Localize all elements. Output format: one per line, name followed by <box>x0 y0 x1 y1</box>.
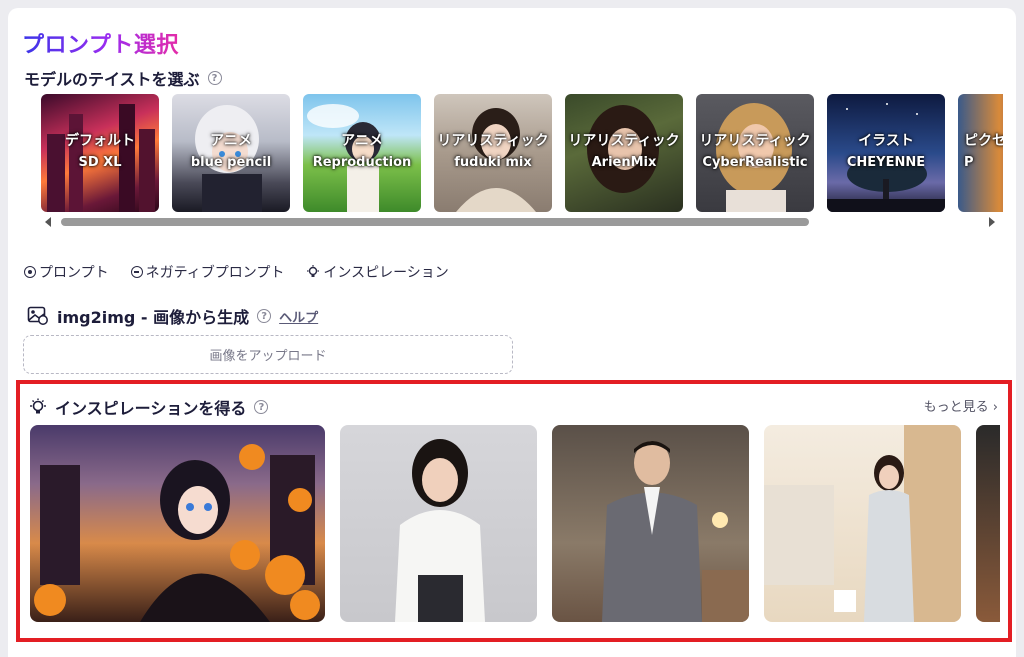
inspiration-image-woman-store[interactable] <box>764 425 961 622</box>
inspiration-carousel <box>30 425 1000 622</box>
scroll-thumb[interactable] <box>61 218 809 226</box>
model-name: fuduki mix <box>454 155 532 170</box>
question-circle-icon[interactable]: ? <box>207 71 222 85</box>
radio-dot-icon <box>24 266 36 278</box>
model-scrollbar[interactable] <box>41 214 1003 230</box>
minus-circle-icon <box>130 266 143 278</box>
model-category: アニメ <box>341 133 383 149</box>
woman-blouse-image <box>395 439 485 622</box>
inspiration-image-man-suit[interactable] <box>552 425 749 622</box>
model-name: P <box>964 155 974 170</box>
man-suit-image <box>602 441 749 622</box>
help-link[interactable]: ヘルプ <box>279 307 318 326</box>
img2img-heading: img2img - 画像から生成 ? ヘルプ <box>27 304 318 328</box>
scroll-left-icon[interactable] <box>45 217 51 227</box>
scroll-right-icon[interactable] <box>989 217 995 227</box>
see-more-label: もっと見る <box>923 400 989 415</box>
page-title: プロンプト選択 <box>22 27 179 59</box>
halloween-image <box>34 444 320 622</box>
see-more-link[interactable]: もっと見る › <box>924 396 998 415</box>
prompt-tabs: プロンプト ネガティブプロンプト インスピレーション <box>24 262 449 282</box>
model-name: blue pencil <box>190 155 272 170</box>
model-category: リアリスティック <box>568 133 680 149</box>
inspiration-heading-text: インスピレーションを得る <box>55 399 247 418</box>
model-name: CHEYENNE <box>846 155 926 170</box>
model-card-pixel[interactable]: ピクセ P <box>958 94 1003 212</box>
lightbulb-icon <box>30 398 46 414</box>
model-section-heading: モデルのテイストを選ぶ ? <box>24 66 222 90</box>
model-name: ArienMix <box>591 155 657 170</box>
model-category: リアリスティック <box>437 133 549 149</box>
model-heading-text: モデルのテイストを選ぶ <box>24 70 200 89</box>
upload-image-button[interactable]: 画像をアップロード <box>23 335 513 374</box>
upload-label: 画像をアップロード <box>209 349 327 364</box>
clothing-store-image <box>764 425 961 622</box>
model-card-blue-pencil[interactable]: アニメ blue pencil <box>172 94 290 212</box>
image-generate-icon <box>27 306 48 325</box>
inspiration-heading: インスピレーションを得る ? <box>29 395 269 419</box>
model-card-cyberrealistic[interactable]: リアリスティック CyberRealistic <box>696 94 814 212</box>
model-category: アニメ <box>210 133 252 149</box>
inspiration-image-woman-blouse[interactable] <box>340 425 537 622</box>
tab-negative-prompt[interactable]: ネガティブプロンプト <box>130 262 285 282</box>
model-card-fuduki-mix[interactable]: リアリスティック fuduki mix <box>434 94 552 212</box>
chevron-right-icon: › <box>992 400 998 415</box>
inspiration-image-halloween[interactable] <box>30 425 325 622</box>
tab-prompt[interactable]: プロンプト <box>24 262 109 282</box>
model-category: イラスト <box>858 133 914 149</box>
model-card-arienmix[interactable]: リアリスティック ArienMix <box>565 94 683 212</box>
tab-inspiration[interactable]: インスピレーション <box>306 262 449 282</box>
model-card-reproduction[interactable]: アニメ Reproduction <box>303 94 421 212</box>
tab-label: ネガティブプロンプト <box>145 265 285 281</box>
inspiration-image-partial[interactable] <box>976 425 1000 622</box>
img2img-heading-text: img2img - 画像から生成 <box>57 308 250 327</box>
question-circle-icon[interactable]: ? <box>257 309 272 323</box>
lightbulb-icon <box>307 265 320 277</box>
question-circle-icon[interactable]: ? <box>254 400 269 414</box>
model-card-cheyenne[interactable]: イラスト CHEYENNE <box>827 94 945 212</box>
model-name: CyberRealistic <box>702 155 808 170</box>
tab-label: プロンプト <box>39 265 109 281</box>
model-name: SD XL <box>78 155 122 170</box>
model-category: ピクセ <box>964 133 1003 149</box>
model-card-sdxl[interactable]: デフォルト SD XL <box>41 94 159 212</box>
tab-label: インスピレーション <box>323 265 449 281</box>
model-name: Reproduction <box>312 155 412 170</box>
model-carousel: デフォルト SD XL アニメ blue pencil アニメ Reproductio… <box>41 94 1003 212</box>
model-category: デフォルト <box>65 133 135 149</box>
model-category: リアリスティック <box>699 133 811 149</box>
